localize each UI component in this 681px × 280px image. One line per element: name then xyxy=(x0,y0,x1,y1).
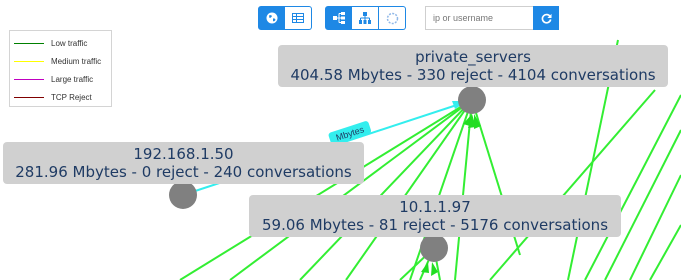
layout-toggle-group xyxy=(325,6,406,30)
hierarchy-left-icon xyxy=(332,12,345,24)
legend-item-tcp-reject: TCP Reject xyxy=(14,88,107,106)
node-name: 192.168.1.50 xyxy=(133,145,234,163)
circle-layout-button[interactable] xyxy=(379,6,406,30)
node-name: private_servers xyxy=(415,48,531,66)
legend-label: Large traffic xyxy=(51,74,94,84)
legend-swatch-large xyxy=(14,78,44,80)
legend-swatch-reject xyxy=(14,96,44,98)
node-stats: 404.58 Mbytes - 330 reject - 4104 conver… xyxy=(290,66,656,84)
search-input[interactable] xyxy=(425,6,533,30)
table-icon xyxy=(292,13,304,23)
edge-low-traffic xyxy=(489,89,656,280)
sitemap-icon xyxy=(359,12,371,24)
node-10-1-1-97[interactable] xyxy=(420,234,448,262)
node-stats: 59.06 Mbytes - 81 reject - 5176 conversa… xyxy=(261,216,609,234)
node-label-10-1-1-97: 10.1.1.97 59.06 Mbytes - 81 reject - 517… xyxy=(249,195,621,237)
node-label-192-168-1-50: 192.168.1.50 281.96 Mbytes - 0 reject - … xyxy=(3,142,364,184)
node-private-servers[interactable] xyxy=(458,86,486,114)
circle-layout-icon xyxy=(386,12,398,24)
edge-low-traffic xyxy=(629,174,681,280)
globe-view-button[interactable] xyxy=(258,6,285,30)
hierarchy-left-layout-button[interactable] xyxy=(325,6,352,30)
legend-label: TCP Reject xyxy=(51,92,92,102)
legend-label: Medium traffic xyxy=(51,56,102,66)
globe-icon xyxy=(266,12,277,24)
node-label-private-servers: private_servers 404.58 Mbytes - 330 reje… xyxy=(278,45,668,87)
edge-low-traffic xyxy=(649,224,681,280)
traffic-legend: Low traffic Medium traffic Large traffic… xyxy=(9,30,112,107)
legend-label: Low traffic xyxy=(51,38,88,48)
refresh-icon xyxy=(541,13,552,24)
legend-item-medium-traffic: Medium traffic xyxy=(14,52,107,70)
node-stats: 281.96 Mbytes - 0 reject - 240 conversat… xyxy=(15,163,352,181)
node-name: 10.1.1.97 xyxy=(399,198,471,216)
node-192-168-1-50[interactable] xyxy=(169,181,197,209)
legend-swatch-medium xyxy=(14,60,44,62)
legend-item-large-traffic: Large traffic xyxy=(14,70,107,88)
legend-item-low-traffic: Low traffic xyxy=(14,34,107,52)
legend-swatch-low xyxy=(14,42,44,44)
refresh-button[interactable] xyxy=(533,6,559,30)
view-toggle-group xyxy=(258,6,312,30)
sitemap-layout-button[interactable] xyxy=(352,6,379,30)
table-view-button[interactable] xyxy=(285,6,312,30)
